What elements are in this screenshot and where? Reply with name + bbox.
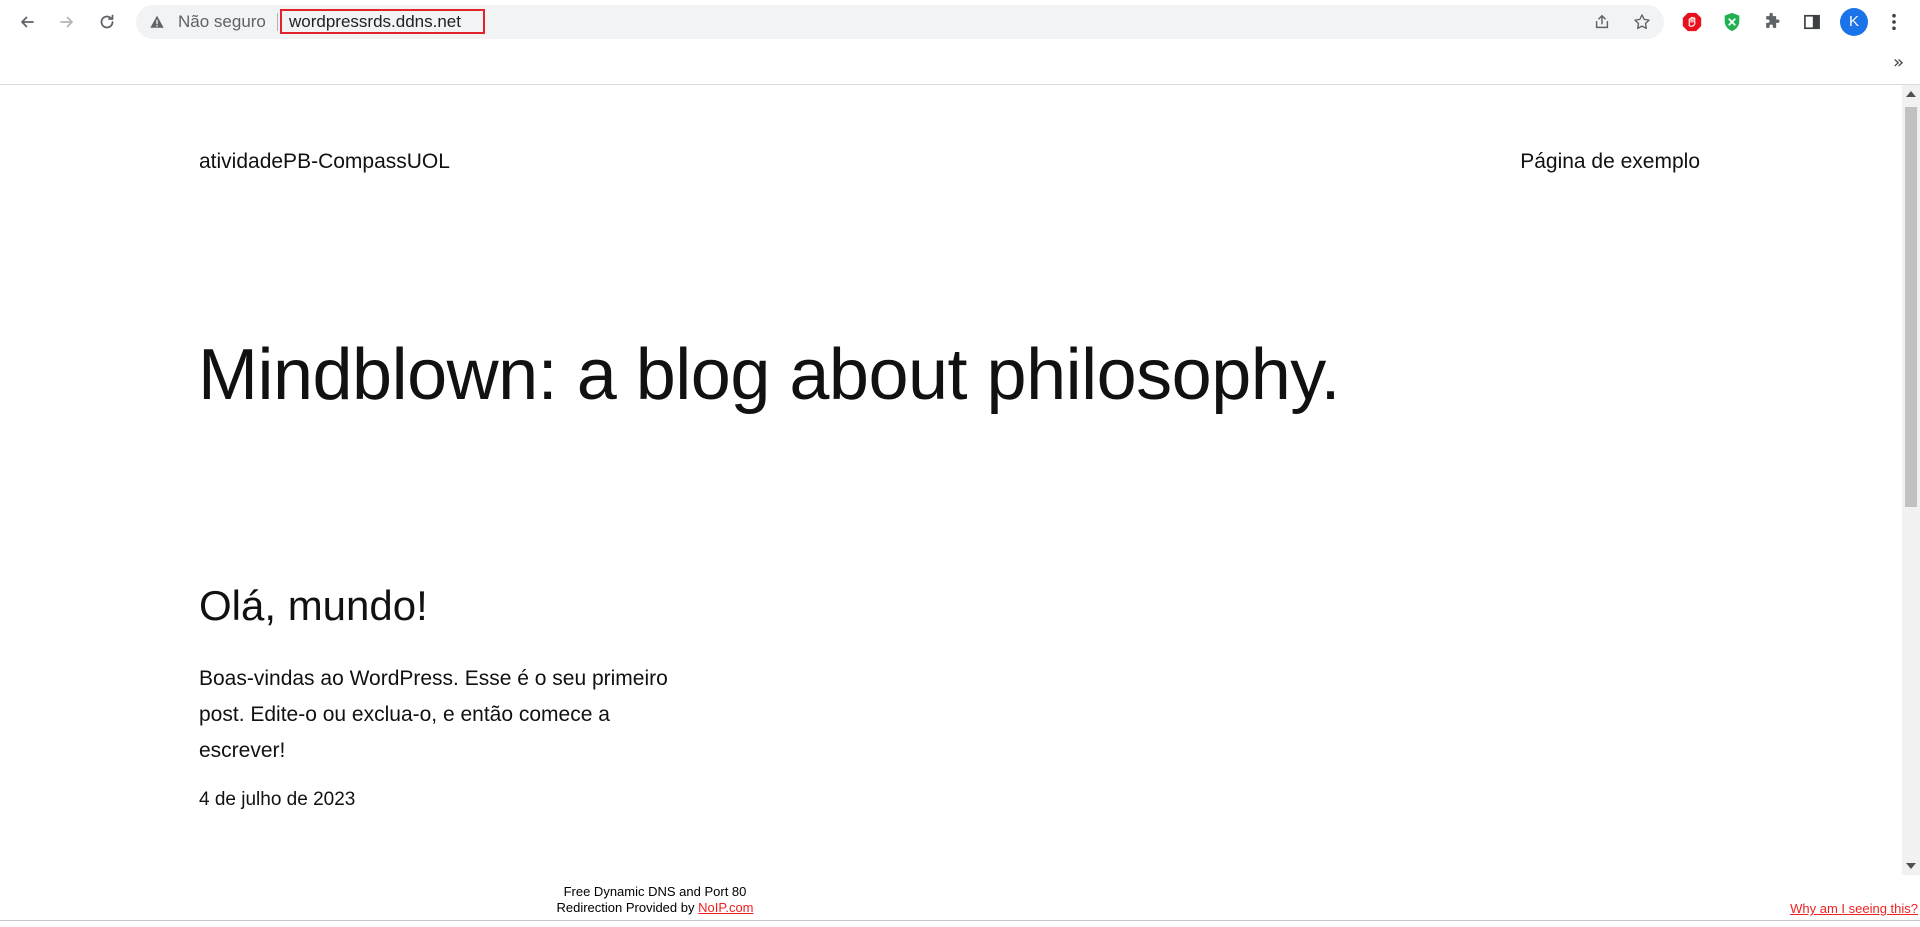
reload-icon [100,14,114,29]
profile-avatar[interactable]: K [1840,8,1868,36]
post-excerpt: Boas-vindas ao WordPress. Esse é o seu p… [199,667,668,762]
bookmarks-bar: » [0,44,1920,85]
forward-button[interactable] [52,7,82,37]
side-panel-icon[interactable] [1800,10,1824,34]
browser-toolbar: Não seguro wordpressrds.ddns.net K [0,0,1920,44]
scroll-up-arrow[interactable] [1906,91,1916,97]
star-icon[interactable] [1632,12,1652,32]
page-scrollbar[interactable] [1902,85,1920,875]
reload-button[interactable] [92,7,122,37]
share-icon[interactable] [1592,12,1612,32]
kebab-menu-icon[interactable] [1884,10,1904,34]
noip-footer-line-1: Free Dynamic DNS and Port 80 [563,884,747,899]
back-button[interactable] [12,7,42,37]
nav-link-sample-page[interactable]: Página de exemplo [1520,149,1700,175]
adblock-extension-icon[interactable] [1680,10,1704,34]
security-status-label[interactable]: Não seguro [178,13,266,31]
shield-extension-icon[interactable] [1720,10,1744,34]
url-text[interactable]: wordpressrds.ddns.net [280,9,485,34]
post-date[interactable]: 4 de julho de 2023 [199,788,355,812]
forward-arrow-icon [60,16,73,28]
page-viewport: atividadePB-CompassUOL Página de exemplo… [0,85,1902,875]
noip-footer-line-2: Redirection Provided by NoIP.com [520,900,790,916]
why-am-i-seeing-this-link[interactable]: Why am I seeing this? [1790,901,1918,917]
back-arrow-icon [21,16,34,28]
noip-footer-bar: Free Dynamic DNS and Port 80 Redirection… [0,875,1920,921]
site-title-link[interactable]: atividadePB-CompassUOL [199,149,450,175]
address-bar[interactable]: Não seguro wordpressrds.ddns.net [136,5,1664,39]
scroll-down-arrow[interactable] [1906,863,1916,869]
scroll-thumb[interactable] [1905,107,1917,507]
hero-heading: Mindblown: a blog about philosophy. [198,335,1340,415]
noip-footer-prefix: Redirection Provided by [556,900,699,915]
post-title-link[interactable]: Olá, mundo! [199,580,428,632]
warning-icon[interactable] [148,13,166,31]
more-bookmarks-button[interactable]: » [1893,52,1904,73]
omnibox-separator [277,13,278,31]
puzzle-extensions-icon[interactable] [1760,10,1784,34]
noip-link[interactable]: NoIP.com [698,900,753,915]
